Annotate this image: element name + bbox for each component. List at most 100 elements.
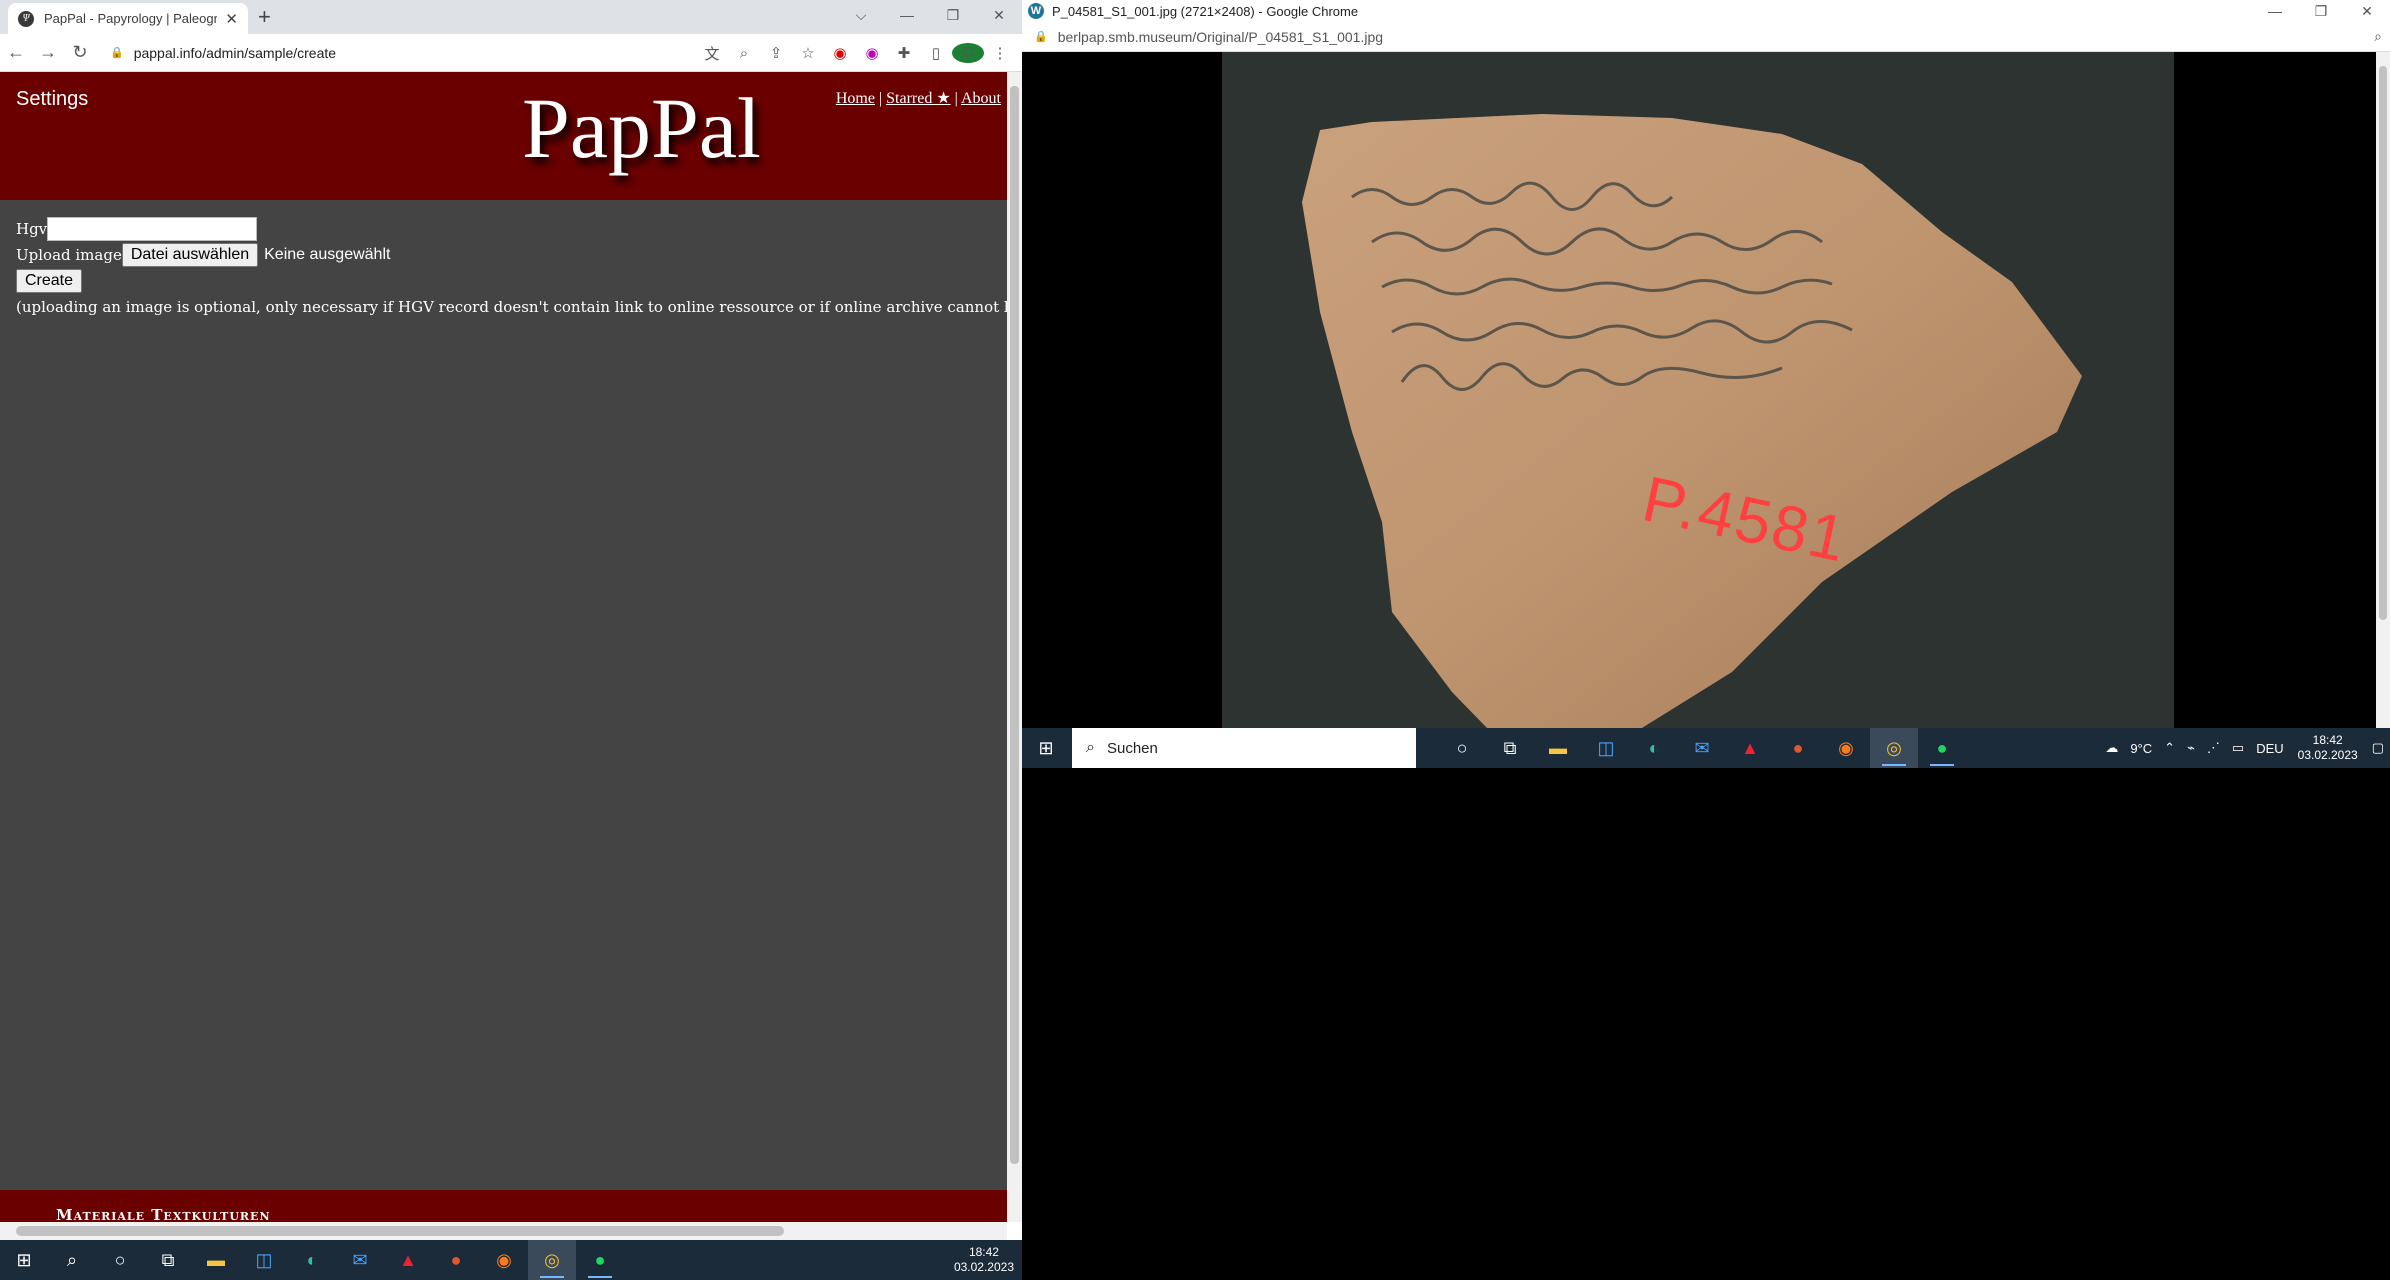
mail-icon[interactable]: ✉: [1678, 728, 1726, 768]
close-window-icon[interactable]: ✕: [2344, 3, 2390, 20]
clock[interactable]: 18:42 03.02.2023: [2298, 733, 2358, 763]
translate-icon[interactable]: 文: [696, 43, 728, 64]
powerpoint-icon[interactable]: ●: [1774, 728, 1822, 768]
restore-icon[interactable]: ❐: [930, 7, 976, 24]
close-tab-icon[interactable]: ✕: [225, 10, 238, 28]
extension-ublock-icon[interactable]: ◉: [856, 44, 888, 62]
footer-brand: Materiale Textkulturen: [56, 1206, 271, 1222]
clock-date: 03.02.2023: [2297, 748, 2358, 762]
extension-red-icon[interactable]: ◉: [824, 44, 856, 62]
vertical-scrollbar[interactable]: [1007, 72, 1022, 1222]
right-browser-window: W P_04581_S1_001.jpg (2721×2408) - Googl…: [1022, 0, 2390, 728]
taskbar-right: ⊞ ⌕ Suchen ○ ⧉ ▬ ◫ ◐ ✉ ▲ ● ◉ ◎ ● ☁ 9°C ⌃…: [1022, 728, 2390, 768]
search-icon[interactable]: ⌕: [48, 1240, 96, 1280]
system-tray: ☁ 9°C ⌃ ⌁ ⋰ ▭ DEU 18:42 03.02.2023 ▢: [2099, 728, 2390, 768]
menu-kebab-icon[interactable]: ⋮: [984, 44, 1016, 62]
choose-file-button[interactable]: Datei auswählen: [121, 243, 259, 267]
profile-avatar[interactable]: C: [952, 43, 984, 63]
lock-icon[interactable]: 🔒: [110, 46, 124, 59]
clock[interactable]: 18:42 03.02.2023: [954, 1245, 1014, 1275]
weather-temp[interactable]: 9°C: [2130, 741, 2152, 756]
nav-separator: |: [954, 90, 958, 107]
file-explorer-icon[interactable]: ▬: [1534, 728, 1582, 768]
firefox-icon[interactable]: ◉: [480, 1240, 528, 1280]
zoom-icon[interactable]: ⌕: [728, 45, 760, 62]
image-viewer: P.4581: [1022, 52, 2376, 728]
share-icon[interactable]: ⇪: [760, 44, 792, 62]
mail-icon[interactable]: ✉: [336, 1240, 384, 1280]
acrobat-icon[interactable]: ▲: [1726, 728, 1774, 768]
scroll-thumb[interactable]: [2379, 66, 2387, 620]
back-icon[interactable]: ←: [0, 42, 32, 63]
chrome-icon[interactable]: ◎: [1870, 728, 1918, 768]
cortana-icon[interactable]: ○: [96, 1240, 144, 1280]
tab-search-icon[interactable]: ⌵: [838, 7, 884, 24]
weather-cloud-icon[interactable]: ☁: [2105, 740, 2118, 756]
page-content: Settings PapPal Home | Starred ★ | About…: [0, 72, 1007, 1222]
site-logo: PapPal: [522, 80, 761, 176]
acrobat-icon[interactable]: ▲: [384, 1240, 432, 1280]
close-window-icon[interactable]: ✕: [976, 7, 1022, 24]
reload-icon[interactable]: ↻: [64, 42, 96, 63]
bookmark-star-icon[interactable]: ☆: [792, 44, 824, 62]
chrome-icon[interactable]: ◎: [528, 1240, 576, 1280]
cortana-icon[interactable]: ○: [1438, 728, 1486, 768]
task-view-icon[interactable]: ⧉: [144, 1240, 192, 1280]
clock-time: 18:42: [2312, 733, 2343, 747]
tab-strip: Ψ PapPal - Papyrology | Paleography ✕ + …: [0, 0, 1022, 34]
upload-image-label: Upload image: [16, 246, 122, 264]
wifi-icon[interactable]: ⋰: [2207, 740, 2220, 756]
no-file-text: Keine ausgewählt: [264, 246, 391, 263]
url-field[interactable]: 🔒 pappal.info/admin/sample/create: [110, 45, 336, 61]
nav-home[interactable]: Home: [836, 90, 875, 107]
file-explorer-icon[interactable]: ▬: [192, 1240, 240, 1280]
notification-icon[interactable]: ▢: [2372, 740, 2384, 756]
network-icon[interactable]: ⌁: [2187, 740, 2195, 756]
start-windows-icon[interactable]: ⊞: [0, 1240, 48, 1280]
scroll-thumb[interactable]: [1010, 86, 1019, 1164]
lock-icon[interactable]: 🔒: [1034, 30, 1048, 43]
tab-pappal[interactable]: Ψ PapPal - Papyrology | Paleography ✕: [8, 3, 248, 34]
powerpoint-icon[interactable]: ●: [432, 1240, 480, 1280]
nav-starred[interactable]: Starred ★: [886, 90, 951, 107]
ostracon-image: [1302, 114, 2082, 728]
store-icon[interactable]: ◫: [1582, 728, 1630, 768]
scroll-thumb[interactable]: [16, 1226, 784, 1236]
horizontal-scrollbar[interactable]: [0, 1222, 1007, 1240]
nav-about[interactable]: About: [961, 90, 1001, 107]
forward-icon[interactable]: →: [32, 42, 64, 63]
tray-chevron-icon[interactable]: ⌃: [2164, 740, 2175, 756]
url-text[interactable]: berlpap.smb.museum/Original/P_04581_S1_0…: [1058, 29, 1383, 45]
hgv-input[interactable]: [47, 217, 258, 241]
taskbar-search[interactable]: ⌕ Suchen: [1072, 728, 1416, 768]
clock-time: 18:42: [968, 1245, 999, 1259]
start-windows-icon[interactable]: ⊞: [1022, 728, 1070, 768]
edge-icon[interactable]: ◐: [288, 1240, 336, 1280]
new-tab-icon[interactable]: +: [258, 4, 271, 30]
battery-icon[interactable]: ▭: [2232, 740, 2244, 756]
search-icon: ⌕: [1086, 739, 1095, 756]
firefox-icon[interactable]: ◉: [1822, 728, 1870, 768]
create-button[interactable]: Create: [16, 269, 83, 293]
url-text: pappal.info/admin/sample/create: [133, 44, 337, 61]
vertical-scrollbar[interactable]: [2376, 52, 2390, 728]
window-title: P_04581_S1_001.jpg (2721×2408) - Google …: [1052, 3, 1359, 19]
pappal-favicon-icon: Ψ: [18, 10, 34, 27]
minimize-icon[interactable]: —: [2252, 3, 2298, 19]
extensions-puzzle-icon[interactable]: ✚: [888, 44, 920, 62]
restore-icon[interactable]: ❐: [2298, 3, 2344, 20]
language-indicator[interactable]: DEU: [2256, 741, 2283, 756]
edge-icon[interactable]: ◐: [1630, 728, 1678, 768]
store-icon[interactable]: ◫: [240, 1240, 288, 1280]
spotify-icon[interactable]: ●: [1918, 728, 1966, 768]
hgv-label: Hgv: [16, 220, 48, 238]
zoom-icon[interactable]: ⌕: [2374, 28, 2382, 45]
settings-link[interactable]: Settings: [16, 88, 88, 111]
minimize-icon[interactable]: —: [884, 7, 930, 23]
side-panel-icon[interactable]: ▯: [920, 44, 952, 62]
ostracon-photo[interactable]: P.4581: [1222, 52, 2174, 728]
spotify-icon[interactable]: ●: [576, 1240, 624, 1280]
create-sample-form: Hgv Upload image Datei auswählen Keine a…: [16, 216, 1007, 316]
clock-date: 03.02.2023: [953, 1260, 1014, 1274]
task-view-icon[interactable]: ⧉: [1486, 728, 1534, 768]
